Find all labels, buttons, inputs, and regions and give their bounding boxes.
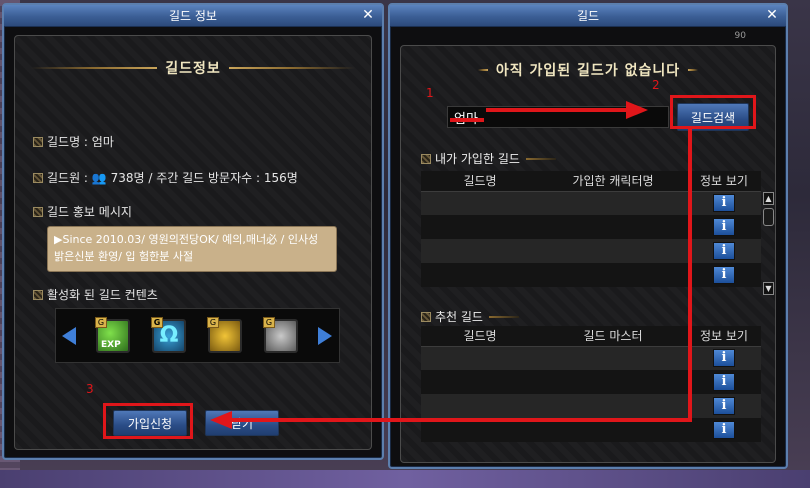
exp-label: EXP: [101, 340, 121, 350]
bullet-icon: [421, 311, 431, 322]
heading-ornament: [525, 157, 556, 160]
arrow-down-line: [688, 129, 692, 422]
promo-message: ▶Since 2010.03/ 영원의전당OK/ 예의,매너必 / 인사성 밝은…: [54, 233, 319, 263]
guild-members-row: 길드원 : 👥 738명 / 주간 길드 방문자수 : 156명: [33, 169, 298, 186]
column-guild-name: 길드명: [421, 171, 539, 192]
storage-box-icon[interactable]: G: [263, 317, 298, 353]
bullet-icon: [33, 137, 43, 147]
column-info: 정보 보기: [687, 171, 761, 192]
join-button-highlight: [103, 403, 193, 439]
column-guild-name: 길드명: [421, 326, 539, 347]
ornament-right: [228, 67, 355, 69]
table-row: i: [421, 239, 761, 263]
recommended-guilds-table: 길드명 길드 마스터 정보 보기 i i i i: [421, 326, 761, 442]
my-guilds-title: 내가 가입한 길드: [435, 152, 520, 166]
active-contents-row: 활성화 된 길드 컨텐츠: [33, 286, 158, 303]
info-icon[interactable]: i: [713, 218, 735, 236]
heading-ornament: [488, 315, 519, 318]
guild-badge-icon: G: [95, 317, 107, 328]
guild-name-row: 길드명 : 엄마: [33, 133, 114, 150]
scrollbar-thumb[interactable]: [763, 208, 774, 226]
omega-icon[interactable]: G Ω: [151, 317, 186, 353]
guild-search-value: 엄마: [454, 108, 478, 127]
column-character-name: 가입한 캐릭터명: [539, 171, 687, 192]
close-icon[interactable]: ✕: [360, 7, 376, 23]
info-icon[interactable]: i: [713, 349, 735, 368]
guild-weekly-visitors: / 주간 길드 방문자수 : 156명: [148, 171, 298, 185]
table-row: i: [421, 215, 761, 239]
arrow-to-search: [486, 108, 626, 112]
recommended-heading: 추천 길드: [421, 308, 519, 325]
contents-strip: G EXP G Ω G G: [55, 308, 340, 363]
members-icon: 👥: [91, 171, 107, 185]
guild-badge-icon: G: [207, 317, 219, 328]
golden-statue-icon[interactable]: G: [207, 317, 242, 353]
bullet-icon: [33, 207, 43, 217]
ornament-left: [31, 67, 158, 69]
arrow-head-left: [210, 411, 232, 429]
guild-info-banner-text: 길드정보: [165, 61, 221, 77]
bullet-icon: [33, 290, 43, 300]
corner-number: 90: [734, 31, 746, 41]
guild-info-window: 길드 정보 ✕ 길드정보 길드명 : 엄마 길드원 : 👥 738명 / 주간 …: [2, 3, 384, 460]
close-icon[interactable]: ✕: [764, 7, 780, 23]
search-button-highlight: [670, 95, 756, 129]
prev-arrow-icon[interactable]: [62, 327, 76, 345]
ornament-left: [477, 69, 488, 71]
guild-members-count: 738명: [110, 171, 145, 185]
active-contents-heading: 활성화 된 길드 컨텐츠: [47, 288, 158, 302]
guild-banner-text: 아직 가입된 길드가 없습니다: [495, 63, 681, 79]
my-guilds-table: 길드명 가입한 캐릭터명 정보 보기 i i i i: [421, 171, 761, 287]
step-3-label: 3: [86, 382, 94, 396]
guild-info-title: 길드 정보: [169, 9, 217, 23]
scroll-up-icon[interactable]: ▲: [763, 192, 774, 205]
table-row: i: [421, 370, 761, 394]
guild-members-prefix: 길드원 :: [47, 171, 88, 185]
step-1-label: 1: [426, 86, 434, 100]
info-icon[interactable]: i: [713, 194, 735, 213]
info-icon[interactable]: i: [713, 397, 735, 415]
recommended-title: 추천 길드: [435, 310, 483, 324]
my-guilds-heading: 내가 가입한 길드: [421, 150, 556, 167]
guild-info-banner: 길드정보: [23, 58, 363, 78]
column-info: 정보 보기: [687, 326, 761, 347]
info-icon[interactable]: i: [713, 242, 735, 260]
background-floor: [0, 470, 810, 488]
bullet-icon: [421, 153, 431, 164]
info-icon[interactable]: i: [713, 266, 735, 284]
table-row: i: [421, 394, 761, 418]
arrow-head-right: [626, 101, 648, 119]
column-guild-master: 길드 마스터: [539, 326, 687, 347]
search-underline: [450, 118, 484, 122]
guild-title: 길드: [576, 9, 600, 23]
promo-heading-row: 길드 홍보 메시지: [33, 203, 132, 220]
exp-boost-icon[interactable]: G EXP: [95, 317, 130, 353]
guild-badge-icon: G: [151, 317, 163, 328]
step-2-label: 2: [652, 78, 660, 92]
ornament-right: [688, 69, 699, 71]
scroll-down-icon[interactable]: ▼: [763, 282, 774, 295]
promo-message-box: ▶Since 2010.03/ 영원의전당OK/ 예의,매너必 / 인사성 밝은…: [47, 226, 337, 272]
info-icon[interactable]: i: [713, 373, 735, 391]
table-row: i: [421, 263, 761, 287]
guild-window: 길드 ✕ 아직 가입된 길드가 없습니다 엄마 길드검색 내가 가입한 길드 길…: [388, 3, 788, 469]
guild-info-panel: 길드정보 길드명 : 엄마 길드원 : 👥 738명 / 주간 길드 방문자수 …: [14, 35, 372, 450]
guild-info-titlebar[interactable]: 길드 정보 ✕: [4, 5, 382, 27]
guild-banner: 아직 가입된 길드가 없습니다: [407, 60, 769, 80]
bullet-icon: [33, 173, 43, 183]
promo-heading: 길드 홍보 메시지: [47, 205, 132, 219]
info-icon[interactable]: i: [713, 421, 735, 439]
table-row: i: [421, 346, 761, 370]
guild-name-text: 길드명 : 엄마: [47, 135, 114, 149]
guild-titlebar[interactable]: 길드 ✕: [390, 5, 786, 27]
guild-badge-icon: G: [263, 317, 275, 328]
arrow-back-line: [230, 418, 692, 422]
next-arrow-icon[interactable]: [318, 327, 332, 345]
table-row: i: [421, 191, 761, 215]
